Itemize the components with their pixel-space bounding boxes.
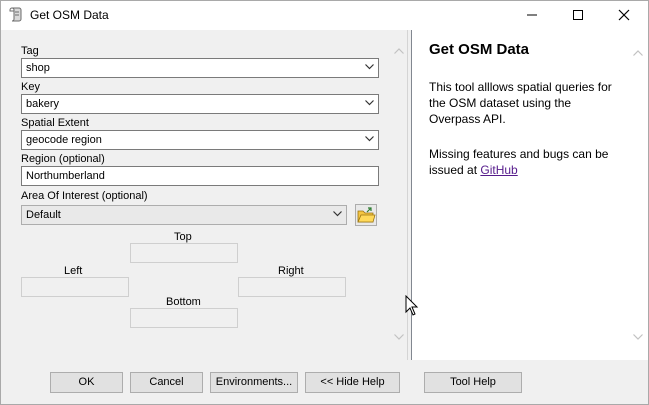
help-issues-prefix: Missing features and bugs can be issued …: [429, 147, 609, 177]
key-value: bakery: [26, 98, 60, 110]
region-label: Region (optional): [21, 153, 105, 165]
aoi-top-label: Top: [174, 231, 192, 243]
chevron-down-icon: [365, 136, 374, 142]
minimize-icon: [527, 14, 537, 16]
close-icon: [618, 9, 630, 21]
maximize-button[interactable]: [555, 1, 601, 29]
chevron-down-icon: [365, 64, 374, 70]
chevron-down-icon: [394, 334, 404, 340]
spatial-extent-value: geocode region: [26, 134, 102, 146]
aoi-right-label: Right: [278, 265, 304, 277]
aoi-left-field: [21, 277, 129, 297]
help-issues-text: Missing features and bugs can be issued …: [429, 146, 619, 178]
minimize-button[interactable]: [509, 1, 555, 29]
chevron-up-icon: [633, 50, 643, 56]
aoi-right-field: [238, 277, 346, 297]
github-link[interactable]: GitHub: [480, 163, 517, 177]
aoi-left-label: Left: [64, 265, 83, 277]
environments-button[interactable]: Environments...: [210, 372, 298, 393]
window-title: Get OSM Data: [30, 8, 109, 22]
aoi-top-field: [130, 243, 238, 263]
close-button[interactable]: [601, 1, 647, 29]
ok-button[interactable]: OK: [50, 372, 123, 393]
help-title: Get OSM Data: [429, 41, 530, 58]
chevron-down-icon: [633, 334, 643, 340]
cancel-button[interactable]: Cancel: [130, 372, 203, 393]
chevron-down-icon: [333, 211, 342, 217]
aoi-bottom-field: [130, 308, 238, 328]
key-label: Key: [21, 81, 40, 93]
maximize-icon: [573, 10, 583, 20]
aoi-dropdown[interactable]: Default: [21, 205, 347, 225]
tag-value: shop: [26, 62, 50, 74]
tag-dropdown[interactable]: shop: [21, 58, 379, 78]
tag-label: Tag: [21, 45, 39, 57]
tool-help-button[interactable]: Tool Help: [424, 372, 522, 393]
aoi-value: Default: [26, 209, 61, 221]
region-input[interactable]: Northumberland: [21, 166, 379, 186]
mouse-cursor-icon: [405, 294, 419, 320]
help-description: This tool alllows spatial queries for th…: [429, 80, 612, 126]
aoi-bottom-label: Bottom: [166, 296, 201, 308]
open-folder-icon: [357, 207, 376, 223]
browse-folder-button[interactable]: [355, 204, 377, 226]
hide-help-button[interactable]: << Hide Help: [305, 372, 400, 393]
scroll-tool-icon: [8, 6, 24, 22]
chevron-up-icon: [394, 48, 404, 54]
chevron-down-icon: [365, 100, 374, 106]
aoi-label: Area Of Interest (optional): [21, 190, 148, 202]
help-scrollbar[interactable]: [629, 32, 646, 358]
key-dropdown[interactable]: bakery: [21, 94, 379, 114]
spatial-extent-dropdown[interactable]: geocode region: [21, 130, 379, 150]
spatial-extent-label: Spatial Extent: [21, 117, 89, 129]
